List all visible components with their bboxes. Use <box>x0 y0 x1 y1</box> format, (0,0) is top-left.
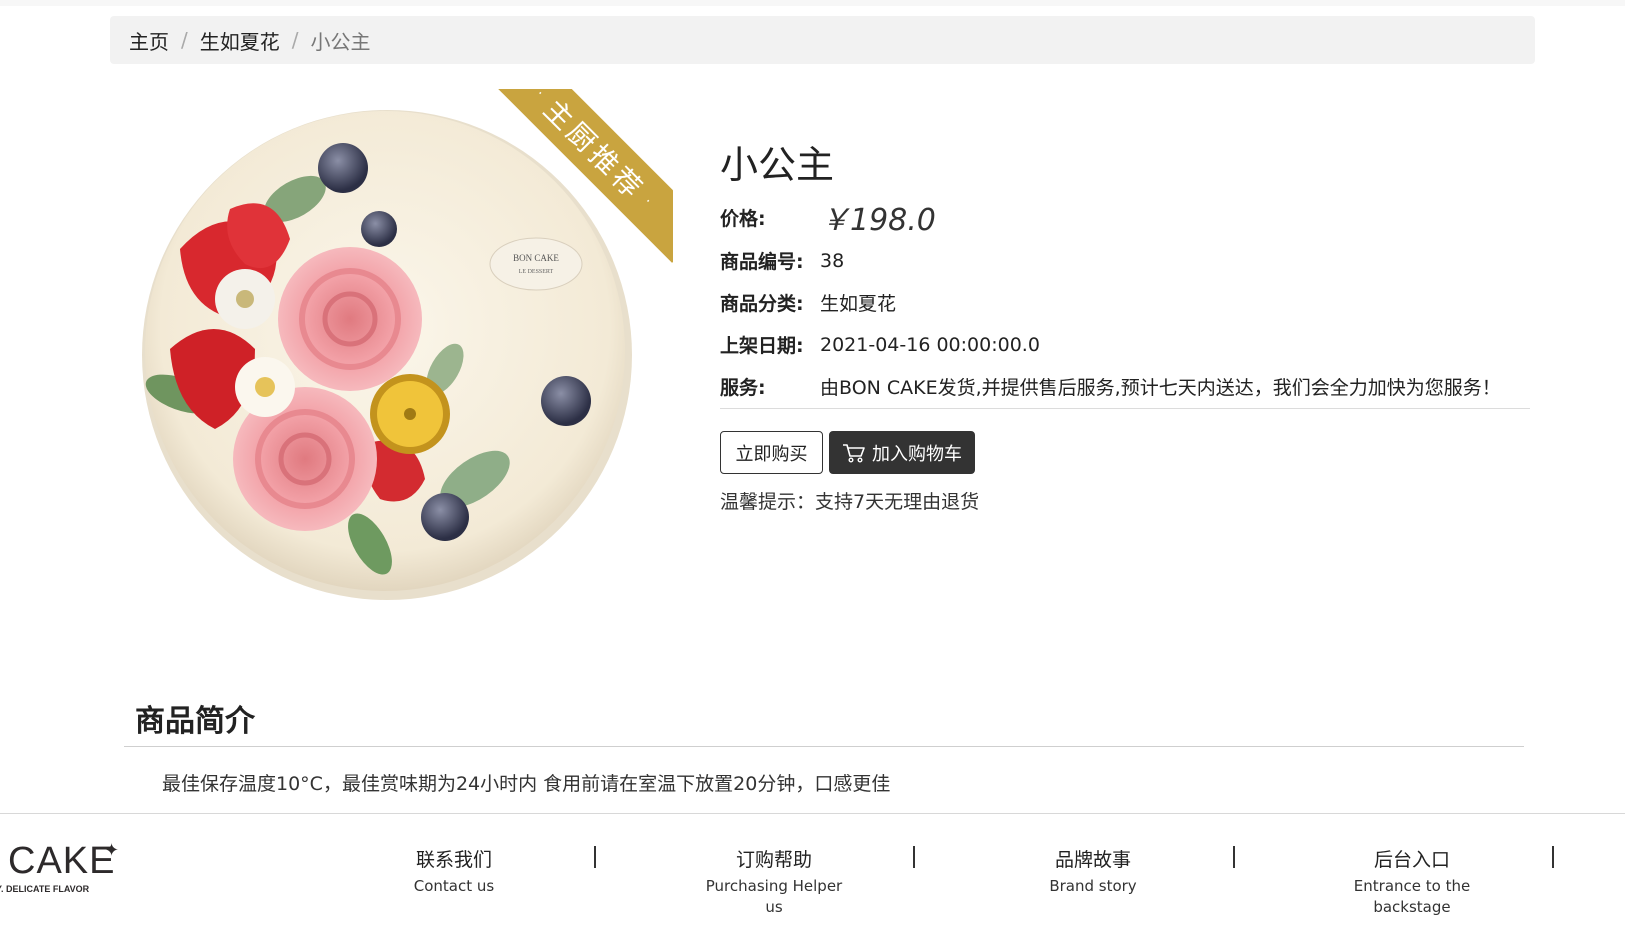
breadcrumb-separator: / <box>181 28 188 52</box>
footer-separator <box>1552 846 1554 868</box>
product-title: 小公主 <box>720 143 835 187</box>
product-id-row: 商品编号: 38 <box>720 247 844 274</box>
price-row: 价格: ￥198.0 <box>720 195 936 239</box>
service-value: 由BON CAKE发货,并提供售后服务,预计七天内送达，我们会全力加快为您服务！ <box>820 377 1501 399</box>
product-image: BON CAKE LE DESSERT · 主厨推荐 · <box>125 89 673 629</box>
ribbon-dot: · <box>532 89 550 104</box>
date-label: 上架日期: <box>720 335 804 357</box>
price-value: ￥198.0 <box>820 203 936 238</box>
footer-separator <box>913 846 915 868</box>
logo-star-icon: ✦ <box>104 840 120 861</box>
logo-tagline: Y. DELICATE FLAVOR <box>0 884 90 894</box>
date-row: 上架日期: 2021-04-16 00:00:00.0 <box>720 331 1040 358</box>
service-label: 服务: <box>720 377 766 399</box>
footer-divider <box>0 813 1625 814</box>
product-id-label: 商品编号: <box>720 251 804 273</box>
breadcrumb: 主页 / 生如夏花 / 小公主 <box>110 16 1535 64</box>
footer-link-cn: 品牌故事 <box>1054 849 1131 871</box>
intro-text: 最佳保存温度10°C，最佳赏味期为24小时内 食用前请在室温下放置20分钟，口感… <box>162 773 891 795</box>
breadcrumb-home[interactable]: 主页 <box>129 26 169 55</box>
footer-link-en: Brand story <box>1049 877 1137 895</box>
breadcrumb-current: 小公主 <box>310 29 371 54</box>
breadcrumb-separator: / <box>291 28 299 52</box>
date-value: 2021-04-16 00:00:00.0 <box>820 333 1040 356</box>
top-border <box>0 0 1625 6</box>
product-id-value: 38 <box>820 249 845 272</box>
footer-separator <box>594 846 596 868</box>
plaque-text: BON CAKE <box>513 253 559 263</box>
footer-link-en: Entrance to the backstage <box>1353 877 1471 916</box>
footer-link-help[interactable]: 订购帮助 Purchasing Helper us <box>674 845 874 918</box>
footer-link-cn: 订购帮助 <box>735 849 812 871</box>
footer-link-contact[interactable]: 联系我们 Contact us <box>354 845 554 897</box>
brand-logo[interactable]: CAKE ✦ Y. DELICATE FLAVOR <box>0 840 130 900</box>
footer-link-en: Contact us <box>413 877 495 895</box>
ribbon-dot: · <box>640 194 658 212</box>
breadcrumb-category[interactable]: 生如夏花 <box>200 26 280 55</box>
intro-divider <box>124 746 1524 747</box>
footer-link-backstage[interactable]: 后台入口 Entrance to the backstage <box>1312 845 1512 918</box>
category-row: 商品分类: 生如夏花 <box>720 289 896 316</box>
add-to-cart-button[interactable]: 加入购物车 <box>829 431 975 474</box>
intro-title: 商品简介 <box>135 704 255 739</box>
return-policy-tip: 温馨提示：支持7天无理由退货 <box>720 491 980 513</box>
footer-link-en: Purchasing Helper us <box>705 877 843 916</box>
footer-separator <box>1233 846 1235 868</box>
buy-now-button[interactable]: 立即购买 <box>720 431 823 474</box>
plaque-subtext: LE DESSERT <box>519 269 554 275</box>
shopping-cart-icon <box>843 443 865 462</box>
price-label: 价格: <box>720 207 766 230</box>
add-to-cart-label: 加入购物车 <box>872 443 962 465</box>
service-row: 服务: 由BON CAKE发货,并提供售后服务,预计七天内送达，我们会全力加快为… <box>720 373 1530 409</box>
footer-link-brand-story[interactable]: 品牌故事 Brand story <box>993 845 1193 897</box>
footer-link-cn: 后台入口 <box>1373 849 1450 871</box>
category-label: 商品分类: <box>720 293 804 315</box>
logo-text: CAKE <box>8 840 116 882</box>
category-value: 生如夏花 <box>820 293 897 315</box>
footer-link-cn: 联系我们 <box>415 849 492 871</box>
